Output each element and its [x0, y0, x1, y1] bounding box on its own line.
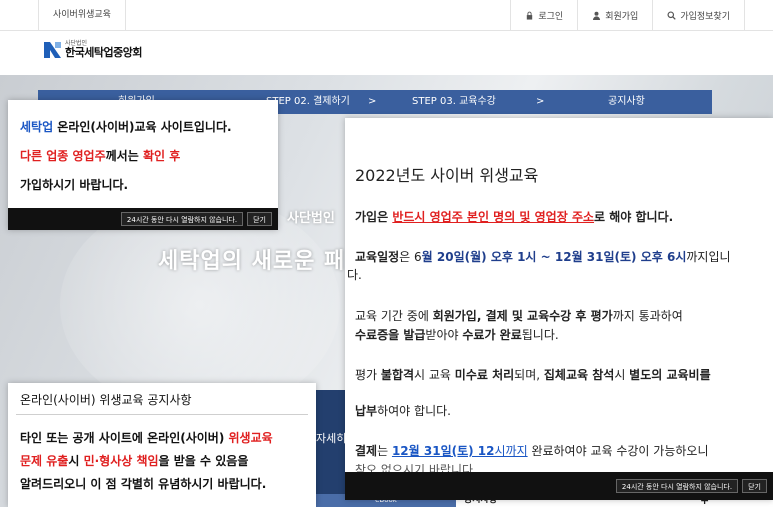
popup-leak-warning: 온라인(사이버) 위생교육 공지사항 타인 또는 공개 사이트에 온라인(사이버… — [8, 383, 316, 507]
popup-c-text: 을 받을 수 있음을 — [158, 454, 249, 468]
popup-c-text: 시 — [68, 454, 84, 468]
logo-text: 사단법인 한국세탁업중앙회 — [65, 41, 142, 59]
popup-b-footer: 24시간 동안 다시 열람하지 않습니다. 닫기 — [345, 472, 773, 500]
popup-c-line3: 알려드리오니 이 점 각별히 유념하시기 바랍니다. — [20, 477, 267, 491]
popup-c-title: 온라인(사이버) 위생교육 공지사항 — [20, 393, 192, 407]
popup-education-notice: 2022년도 사이버 위생교육 가입은 반드시 영업주 본인 명의 및 영업장 … — [345, 118, 773, 500]
popup-b-text: 불합격 — [380, 368, 415, 382]
step-arrow: > — [536, 96, 545, 107]
popup-b-text: 가입은 — [355, 210, 393, 224]
popup-b-text: 미수료 처리 — [454, 368, 515, 382]
find-account-label: 가입정보찾기 — [680, 12, 730, 22]
popup-b-text: 되며, — [514, 368, 544, 382]
top-utility-bar: 사이버위생교육 로그인 회원가입 가입정보찾기 — [0, 0, 773, 31]
login-link[interactable]: 로그인 — [510, 0, 577, 31]
popup-b-highlight: 시까지 — [494, 444, 528, 458]
popup-b-text: 수료가 완료 — [462, 328, 522, 342]
site-logo[interactable]: 사단법인 한국세탁업중앙회 — [44, 41, 142, 58]
popup-b-text: 로 해야 합니다. — [594, 210, 674, 224]
popup-c-highlight: 민·형사상 책임 — [83, 454, 159, 468]
close-button[interactable]: 닫기 — [742, 479, 767, 493]
login-label: 로그인 — [538, 12, 564, 22]
hide-24h-button[interactable]: 24시간 동안 다시 열람하지 않습니다. — [120, 212, 244, 226]
user-icon — [593, 11, 601, 20]
popup-a-line2: 다른 업종 영업주께서는 확인 후 — [20, 147, 180, 164]
close-button[interactable]: 닫기 — [247, 212, 272, 226]
popup-a-highlight: 세탁업 — [20, 120, 54, 134]
popup-a-text: 온라인(사이버)교육 사이트입니다. — [53, 120, 232, 134]
popup-b-text: 하여야 합니다. — [377, 404, 451, 418]
step-payment[interactable]: STEP 02. 결제하기 — [266, 90, 350, 114]
logo-name: 한국세탁업중앙회 — [65, 46, 142, 59]
popup-b-evaluation-1: 평가 불합격시 교육 미수료 처리되며, 집체교육 참석시 별도의 교육비를 — [355, 366, 711, 383]
find-account-link[interactable]: 가입정보찾기 — [652, 0, 745, 31]
step-arrow: > — [368, 96, 377, 107]
signup-link[interactable]: 회원가입 — [577, 0, 652, 31]
logo-mark-icon — [44, 41, 61, 58]
popup-b-text: 교육일정 — [355, 250, 400, 264]
popup-a-line3: 가입하시기 바랍니다. — [20, 178, 129, 192]
popup-b-text: 교육 기간 중에 — [355, 309, 433, 323]
hero-subtitle: 사단법인 — [287, 211, 335, 226]
popup-b-text: 은 6 — [399, 250, 422, 264]
popup-b-text: 별도의 교육비를 — [629, 368, 711, 382]
lock-icon — [527, 11, 533, 20]
step-education[interactable]: STEP 03. 교육수강 — [412, 90, 496, 114]
site-tab-cyber-education[interactable]: 사이버위생교육 — [38, 0, 126, 31]
popup-b-payment-1: 결제는 12월 31일(토) 12시까지 완료하여야 교육 수강이 가능하오니 — [355, 442, 708, 459]
hero-title: 세탁업의 새로운 패 — [158, 249, 346, 274]
popup-b-text: 받아야 — [425, 328, 463, 342]
popup-b-schedule-wrap: 다. — [347, 268, 362, 282]
popup-b-text: 평가 — [355, 368, 381, 382]
side-panel-label[interactable]: 자세히 — [316, 430, 346, 446]
popup-b-text: 시 — [614, 368, 630, 382]
popup-b-highlight: 12월 31일(토) 12 — [391, 444, 495, 458]
popup-b-completion-1: 교육 기간 중에 회원가입, 결제 및 교육수강 후 평가까지 통과하여 — [355, 307, 683, 324]
popup-b-title: 2022년도 사이버 위생교육 — [355, 166, 539, 185]
search-icon — [667, 11, 677, 20]
top-links: 로그인 회원가입 가입정보찾기 — [510, 0, 745, 31]
popup-b-text: 납부 — [355, 404, 378, 418]
hide-24h-button[interactable]: 24시간 동안 다시 열람하지 않습니다. — [615, 479, 739, 493]
popup-b-schedule: 교육일정은 6월 20일(월) 오후 1시 ~ 12월 31일(토) 오후 6시… — [355, 248, 731, 265]
popup-site-notice: 세탁업 온라인(사이버)교육 사이트입니다. 다른 업종 영업주께서는 확인 후… — [8, 100, 278, 230]
popup-b-text: 는 — [377, 444, 392, 458]
popup-c-highlight: 문제 유출 — [20, 454, 69, 468]
popup-b-text: 까지입니 — [686, 250, 731, 264]
popup-b-text: 시 교육 — [414, 368, 455, 382]
popup-b-highlight: 월 20일(월) 오후 1시 ~ 12월 31일(토) 오후 6시 — [421, 250, 687, 264]
popup-a-line1: 세탁업 온라인(사이버)교육 사이트입니다. — [20, 118, 232, 135]
popup-c-highlight: 위생교육 — [228, 431, 273, 445]
popup-c-divider — [16, 414, 308, 415]
popup-b-text: 됩니다. — [521, 328, 559, 342]
popup-b-text: 회원가입, 결제 및 교육수강 후 평가 — [432, 309, 613, 323]
popup-c-line1: 타인 또는 공개 사이트에 온라인(사이버) 위생교육 — [20, 429, 273, 446]
popup-a-highlight: 확인 후 — [142, 149, 181, 163]
signup-label: 회원가입 — [605, 12, 639, 22]
step-notice[interactable]: 공지사항 — [608, 90, 645, 114]
popup-b-highlight: 반드시 영업주 본인 명의 및 영업장 주소 — [392, 210, 595, 224]
side-panel: 자세히 — [316, 390, 346, 507]
popup-b-evaluation-2: 납부하여야 합니다. — [355, 402, 451, 419]
popup-a-footer: 24시간 동안 다시 열람하지 않습니다. 닫기 — [8, 208, 278, 230]
popup-b-signup-rule: 가입은 반드시 영업주 본인 명의 및 영업장 주소로 해야 합니다. — [355, 208, 673, 225]
popup-b-text: 완료하여야 교육 수강이 가능하오니 — [527, 444, 709, 458]
popup-b-text: 결제 — [355, 444, 378, 458]
popup-a-text: 께서는 — [105, 149, 143, 163]
popup-c-line2: 문제 유출시 민·형사상 책임을 받을 수 있음을 — [20, 452, 248, 469]
site-header: 사단법인 한국세탁업중앙회 — [0, 31, 773, 75]
popup-b-completion-2: 수료증을 발급받아야 수료가 완료됩니다. — [355, 326, 559, 343]
popup-b-text: 까지 통과하여 — [612, 309, 683, 323]
popup-b-text: 집체교육 참석 — [543, 368, 615, 382]
popup-b-text: 수료증을 발급 — [355, 328, 426, 342]
popup-a-highlight: 다른 업종 영업주 — [20, 149, 106, 163]
popup-c-text: 타인 또는 공개 사이트에 온라인(사이버) — [20, 431, 229, 445]
